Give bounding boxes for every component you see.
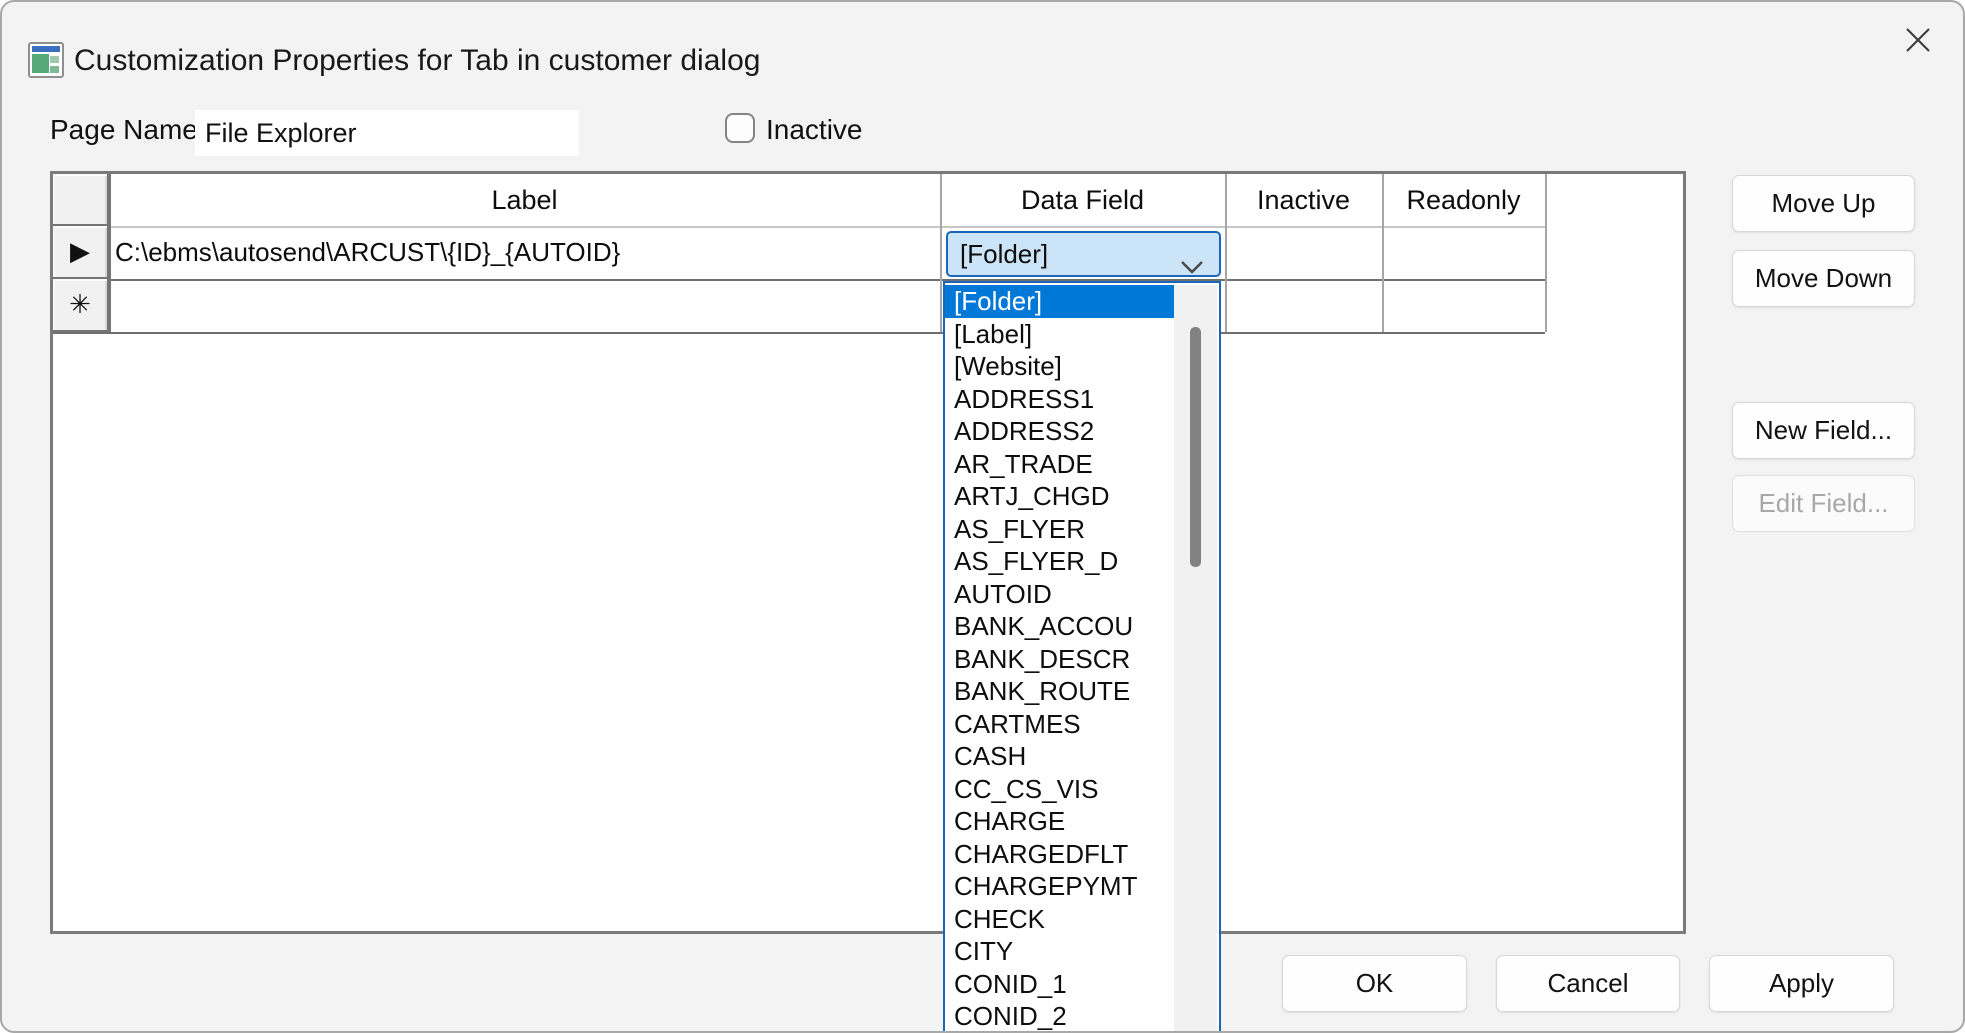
column-header-label[interactable]: Label bbox=[109, 174, 940, 226]
gridline bbox=[53, 279, 1545, 281]
gridline bbox=[940, 174, 942, 332]
datafield-combobox-value: [Folder] bbox=[960, 239, 1048, 269]
dropdown-option[interactable]: CARTMES bbox=[945, 708, 1176, 741]
inactive-checkbox-label: Inactive bbox=[766, 114, 863, 146]
dropdown-option[interactable]: CHARGEPYMT bbox=[945, 870, 1176, 903]
page-name-label: Page Name bbox=[50, 114, 198, 146]
dropdown-option[interactable]: ARTJ_CHGD bbox=[945, 480, 1176, 513]
dropdown-option[interactable]: CITY bbox=[945, 935, 1176, 968]
move-down-button[interactable]: Move Down bbox=[1732, 250, 1915, 307]
title-bar: Customization Properties for Tab in cust… bbox=[2, 2, 1963, 84]
dropdown-option[interactable]: BANK_ROUTE bbox=[945, 675, 1176, 708]
dropdown-option[interactable]: BANK_ACCOU bbox=[945, 610, 1176, 643]
current-row-arrow-icon: ▶ bbox=[70, 236, 90, 267]
gridline bbox=[109, 174, 111, 332]
cancel-button[interactable]: Cancel bbox=[1496, 955, 1680, 1012]
dropdown-option[interactable]: BANK_DESCR bbox=[945, 643, 1176, 676]
dropdown-option[interactable]: CC_CS_VIS bbox=[945, 773, 1176, 806]
page-name-input[interactable]: File Explorer bbox=[195, 110, 579, 156]
dropdown-option[interactable]: CONID_1 bbox=[945, 968, 1176, 1001]
app-icon bbox=[28, 42, 64, 78]
dropdown-option[interactable]: ADDRESS2 bbox=[945, 415, 1176, 448]
close-icon bbox=[1904, 26, 1932, 57]
grid-cell-label[interactable]: C:\ebms\autosend\ARCUST\{ID}_{AUTOID} bbox=[115, 226, 620, 279]
datafield-combobox[interactable]: [Folder] bbox=[946, 231, 1221, 277]
gridline bbox=[53, 332, 1545, 334]
ok-button[interactable]: OK bbox=[1282, 955, 1467, 1012]
datafield-options: [Folder][Label][Website]ADDRESS1ADDRESS2… bbox=[945, 285, 1176, 1031]
dropdown-option[interactable]: CHARGE bbox=[945, 805, 1176, 838]
dropdown-option[interactable]: AUTOID bbox=[945, 578, 1176, 611]
dropdown-option[interactable]: [Website] bbox=[945, 350, 1176, 383]
dropdown-option[interactable]: [Label] bbox=[945, 318, 1176, 351]
gridline bbox=[1225, 174, 1227, 332]
datafield-dropdown-list: [Folder][Label][Website]ADDRESS1ADDRESS2… bbox=[943, 281, 1221, 1031]
new-field-button[interactable]: New Field... bbox=[1732, 402, 1915, 459]
dropdown-option[interactable]: CHARGEDFLT bbox=[945, 838, 1176, 871]
grid-corner-cell[interactable] bbox=[53, 174, 109, 226]
dropdown-scrollbar-thumb[interactable] bbox=[1190, 327, 1201, 567]
dropdown-option[interactable]: [Folder] bbox=[945, 285, 1176, 318]
dropdown-option[interactable]: AR_TRADE bbox=[945, 448, 1176, 481]
dialog-window: Customization Properties for Tab in cust… bbox=[0, 0, 1965, 1033]
row-header-current[interactable]: ▶ bbox=[53, 226, 109, 279]
dropdown-option[interactable]: CHECK bbox=[945, 903, 1176, 936]
column-header-readonly[interactable]: Readonly bbox=[1382, 174, 1545, 226]
move-up-button[interactable]: Move Up bbox=[1732, 175, 1915, 232]
dropdown-option[interactable]: AS_FLYER bbox=[945, 513, 1176, 546]
column-header-datafield[interactable]: Data Field bbox=[940, 174, 1225, 226]
dropdown-option[interactable]: CASH bbox=[945, 740, 1176, 773]
dropdown-option[interactable]: CONID_2 bbox=[945, 1000, 1176, 1031]
edit-field-button[interactable]: Edit Field... bbox=[1732, 475, 1915, 532]
dialog-title: Customization Properties for Tab in cust… bbox=[74, 44, 760, 78]
dropdown-option[interactable]: AS_FLYER_D bbox=[945, 545, 1176, 578]
apply-button[interactable]: Apply bbox=[1709, 955, 1894, 1012]
dropdown-scrollbar[interactable] bbox=[1174, 285, 1217, 1031]
fields-grid: Label Data Field Inactive Readonly ▶ ✳ C… bbox=[50, 171, 1686, 934]
gridline bbox=[1545, 174, 1547, 332]
new-row-asterisk-icon: ✳ bbox=[69, 289, 91, 320]
inactive-checkbox[interactable] bbox=[725, 113, 755, 143]
dropdown-option[interactable]: ADDRESS1 bbox=[945, 383, 1176, 416]
close-button[interactable] bbox=[1893, 16, 1943, 66]
row-header-new[interactable]: ✳ bbox=[53, 279, 109, 332]
column-header-inactive[interactable]: Inactive bbox=[1225, 174, 1382, 226]
gridline bbox=[1382, 174, 1384, 332]
